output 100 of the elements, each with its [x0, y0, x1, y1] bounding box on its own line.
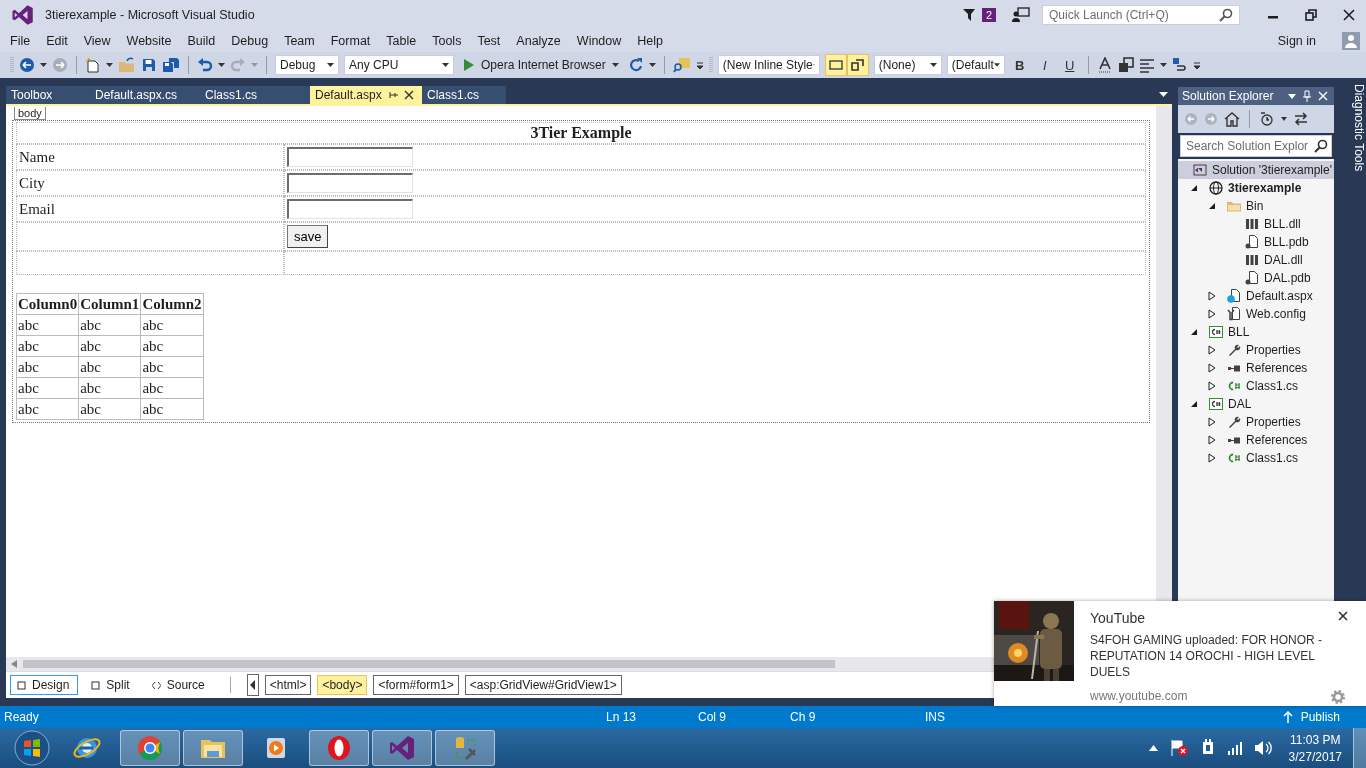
expander-icon[interactable] — [1190, 400, 1198, 408]
clock-time[interactable]: 11:03 PM — [1290, 732, 1341, 747]
tree-item[interactable]: Properties — [1178, 341, 1334, 359]
save-all-icon[interactable] — [162, 57, 180, 73]
scroll-left-icon[interactable] — [246, 674, 259, 696]
configuration-dropdown[interactable]: Debug — [275, 55, 339, 75]
tree-item[interactable]: References — [1178, 359, 1334, 377]
pin-icon[interactable] — [387, 90, 398, 100]
style-dropdown[interactable]: (New Inline Style — [717, 55, 820, 75]
sign-in-link[interactable]: Sign in — [1269, 30, 1324, 52]
start-button[interactable] — [14, 730, 50, 766]
close-icon[interactable] — [1338, 611, 1348, 621]
open-folder-icon[interactable] — [118, 57, 136, 73]
menu-item[interactable]: Table — [378, 30, 425, 52]
tree-item[interactable]: BLL — [1178, 323, 1334, 341]
view-tab[interactable]: Source — [144, 675, 214, 695]
caret-icon[interactable] — [1281, 117, 1287, 121]
menu-item[interactable]: Test — [469, 30, 509, 52]
undo-icon[interactable] — [197, 57, 213, 73]
document-tab[interactable]: Toolbox — [6, 86, 90, 104]
breadcrumb-item[interactable]: <html> — [264, 675, 312, 695]
caret-icon[interactable] — [218, 63, 225, 67]
breadcrumb-item[interactable]: <form#form1> — [373, 675, 459, 695]
tray-expand-icon[interactable] — [1148, 745, 1158, 751]
text-field[interactable] — [287, 147, 413, 167]
back-icon[interactable] — [19, 57, 35, 73]
breadcrumb-item[interactable]: <asp:GridView#GridView1> — [464, 675, 622, 695]
expander-icon[interactable] — [1208, 345, 1216, 355]
expander-icon[interactable] — [1190, 184, 1198, 192]
format-button[interactable]: B — [1009, 55, 1030, 75]
menu-item[interactable]: View — [75, 30, 119, 52]
feedback-icon[interactable] — [1012, 7, 1030, 23]
restore-icon[interactable] — [1305, 9, 1317, 21]
position-icon[interactable] — [846, 54, 869, 76]
user-icon[interactable] — [1342, 32, 1360, 50]
action-center-icon[interactable] — [1168, 739, 1189, 757]
tree-item[interactable]: References — [1178, 431, 1334, 449]
menu-item[interactable]: File — [2, 30, 39, 52]
overflow-icon[interactable] — [695, 60, 704, 70]
caret-icon[interactable] — [1159, 91, 1168, 97]
volume-icon[interactable] — [1253, 740, 1272, 756]
view-tab[interactable]: Design — [10, 675, 79, 695]
caret-icon[interactable] — [106, 63, 113, 67]
tree-item[interactable]: BLL.pdb — [1178, 233, 1334, 251]
expander-icon[interactable] — [1208, 363, 1216, 373]
menu-item[interactable]: Edit — [38, 30, 76, 52]
refresh-icon[interactable] — [627, 57, 644, 73]
frame-icon[interactable] — [824, 54, 847, 76]
settings-icon[interactable] — [1330, 689, 1346, 705]
tree-item[interactable]: Bin — [1178, 197, 1334, 215]
menu-item[interactable]: Team — [276, 30, 323, 52]
caret-icon[interactable] — [1288, 93, 1296, 99]
tree-item[interactable]: Solution '3tierexample' — [1178, 161, 1334, 179]
clock-date[interactable]: 3/27/2017 — [1288, 749, 1342, 764]
document-tab[interactable]: Default.aspx.cs — [90, 86, 200, 104]
taskbar-app[interactable] — [120, 730, 180, 766]
view-tab[interactable]: Split — [84, 675, 139, 695]
tree-item[interactable]: DAL — [1178, 395, 1334, 413]
menu-item[interactable]: Build — [179, 30, 224, 52]
menu-item[interactable]: Analyze — [508, 30, 569, 52]
expander-icon[interactable] — [1208, 309, 1216, 319]
tree-item[interactable]: Class1.cs — [1178, 449, 1334, 467]
show-desktop-button[interactable] — [1353, 728, 1366, 768]
caret-icon[interactable] — [40, 63, 47, 67]
text-field[interactable] — [287, 173, 413, 193]
menu-item[interactable]: Format — [322, 30, 379, 52]
tree-item[interactable]: BLL.dll — [1178, 215, 1334, 233]
search-field[interactable]: Search Solution Explor — [1180, 135, 1332, 157]
run-button[interactable]: Opera Internet Browser — [459, 58, 623, 72]
document-tab[interactable]: Class1.cs — [422, 86, 506, 104]
format-button[interactable]: I — [1034, 55, 1055, 75]
publish-button[interactable]: Publish — [1276, 709, 1346, 725]
format-button[interactable]: U — [1059, 55, 1080, 75]
menu-item[interactable]: Debug — [223, 30, 277, 52]
document-tab[interactable]: Default.aspx — [310, 86, 422, 104]
expander-icon[interactable] — [1208, 291, 1216, 301]
menu-item[interactable]: Window — [568, 30, 630, 52]
tree-item[interactable]: Properties — [1178, 413, 1334, 431]
hyperlink-icon[interactable] — [1171, 57, 1188, 73]
menu-item[interactable]: Website — [118, 30, 180, 52]
align-icon[interactable] — [1138, 57, 1155, 73]
text-field[interactable] — [287, 199, 413, 219]
overflow-icon[interactable] — [1192, 60, 1201, 70]
pin-icon[interactable] — [1302, 90, 1312, 102]
menu-item[interactable]: Help — [629, 30, 671, 52]
taskbar-app[interactable] — [183, 730, 243, 766]
taskbar-app[interactable] — [309, 730, 369, 766]
save-button[interactable]: save — [287, 225, 329, 248]
signal-icon[interactable] — [1226, 741, 1243, 755]
close-icon[interactable] — [403, 90, 414, 100]
expander-icon[interactable] — [1208, 453, 1216, 463]
notification-badge[interactable]: 2 — [981, 8, 996, 22]
find-icon[interactable] — [672, 57, 691, 73]
tree-item[interactable]: Default.aspx — [1178, 287, 1334, 305]
history-icon[interactable] — [1259, 111, 1275, 127]
breadcrumb-item[interactable]: <body> — [317, 675, 368, 695]
scrollbar-thumb[interactable] — [23, 660, 835, 668]
document-tab[interactable]: Class1.cs — [200, 86, 310, 104]
tree-item[interactable]: DAL.pdb — [1178, 269, 1334, 287]
new-project-icon[interactable] — [85, 57, 101, 73]
